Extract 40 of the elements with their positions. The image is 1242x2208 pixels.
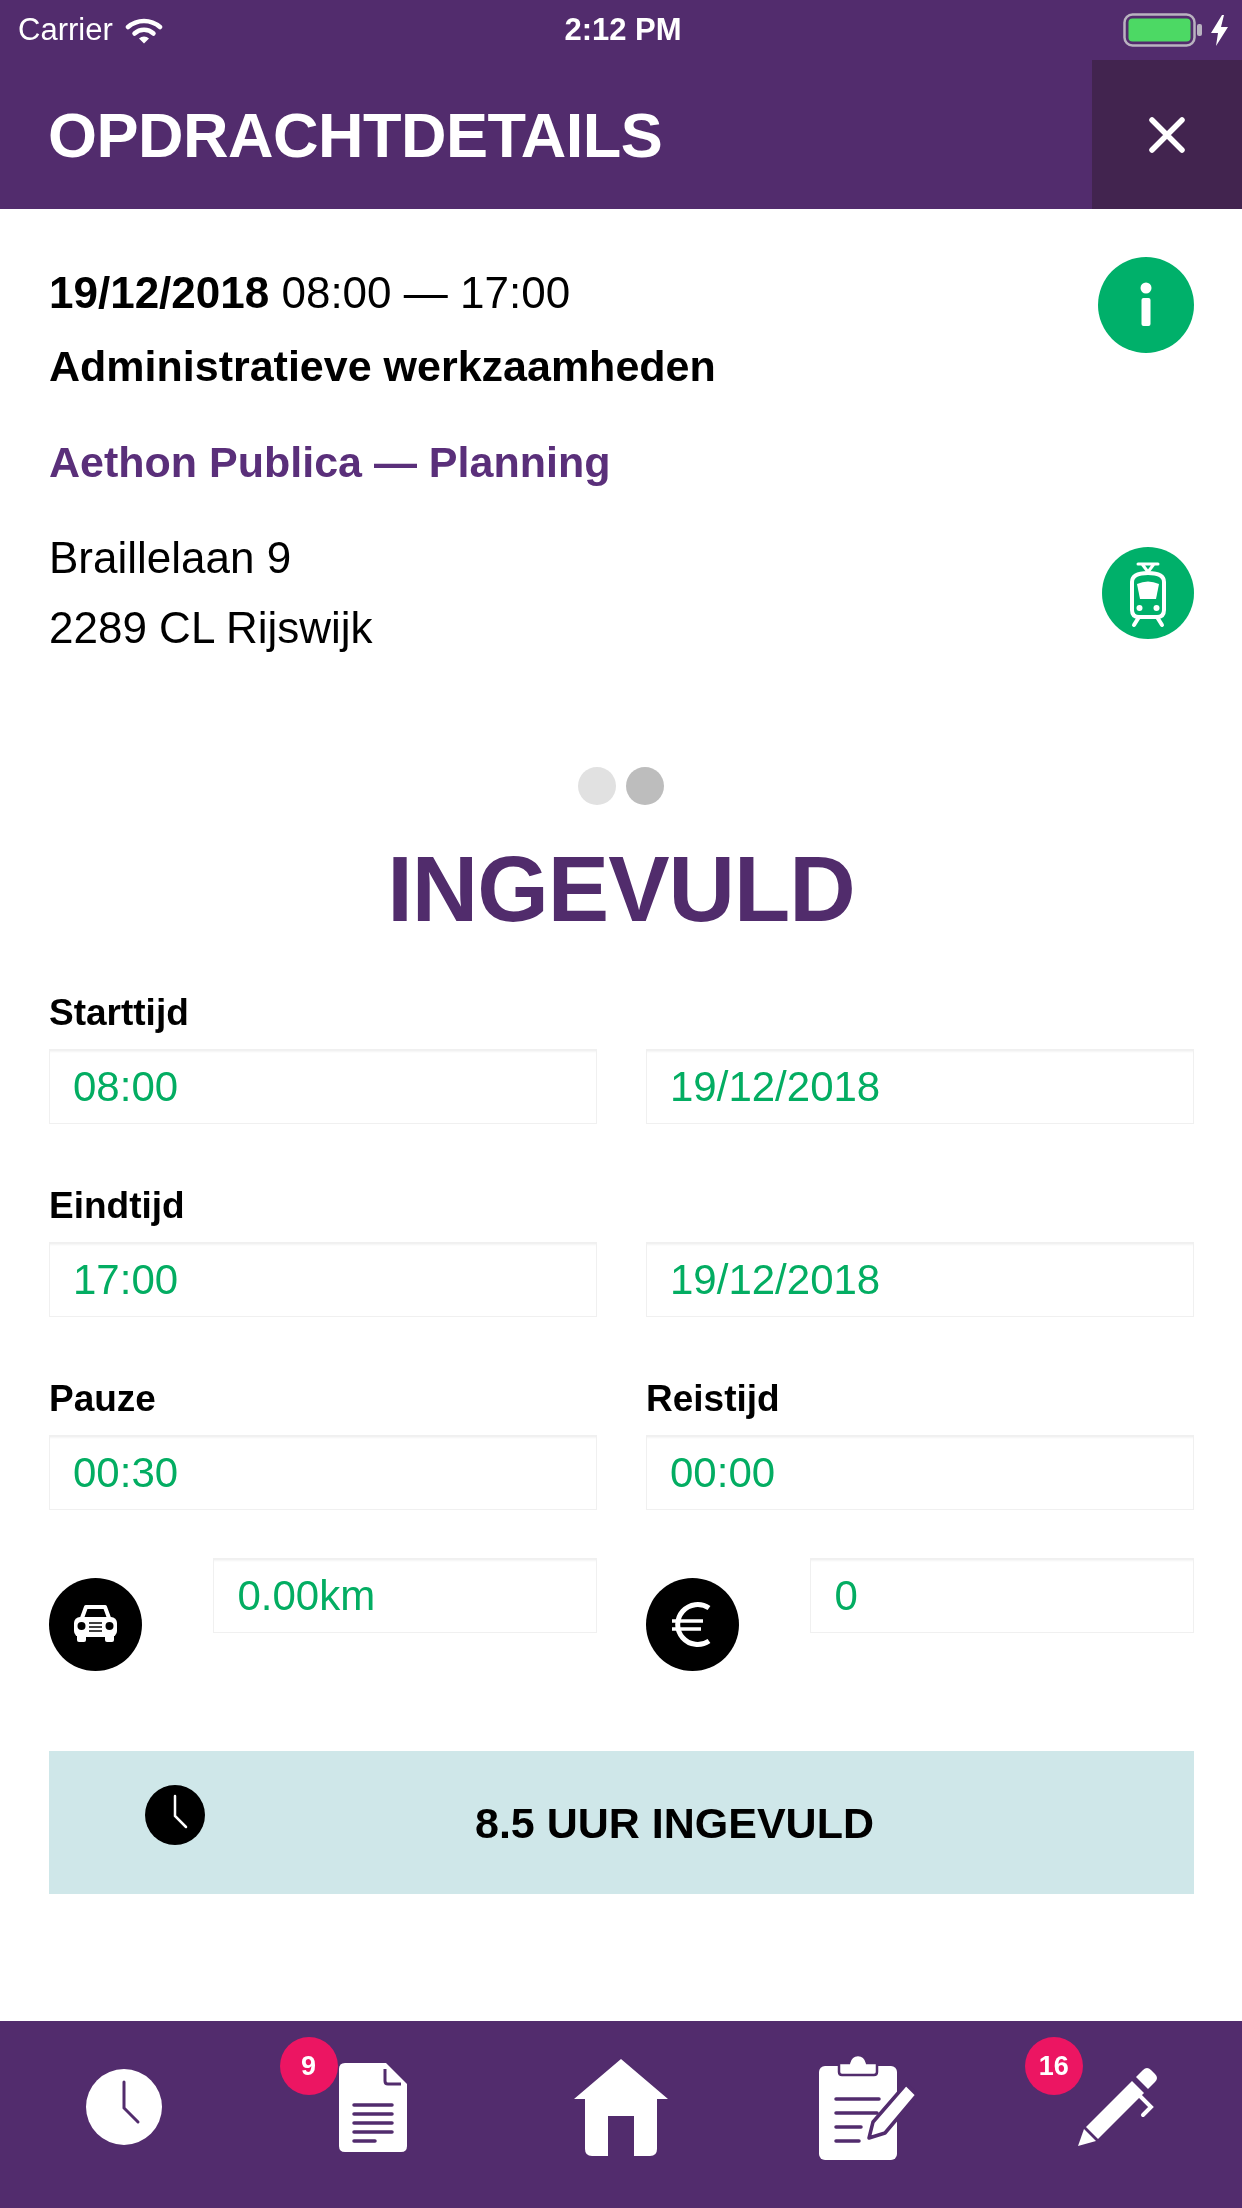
field-label: Eindtijd — [49, 1184, 186, 1228]
input-field[interactable]: 0 — [810, 1558, 1194, 1633]
info-icon[interactable] — [1098, 257, 1194, 353]
status-heading: INGEVULD — [387, 837, 855, 942]
carrier-name: Carrier — [18, 12, 113, 48]
task-title: Administratieve werkzaamheden — [49, 341, 716, 392]
input-field[interactable]: 00:00 — [646, 1435, 1194, 1510]
address-line: 2289 CL Rijswijk — [49, 602, 373, 654]
document-icon[interactable] — [338, 2062, 407, 2152]
input-field[interactable]: 08:00 — [49, 1049, 597, 1124]
tram-icon[interactable] — [1102, 547, 1194, 639]
summary-text: 8.5 UUR INGEVULD — [474, 1797, 875, 1849]
notification-badge: 16 — [1024, 2037, 1083, 2095]
euro-icon — [646, 1578, 739, 1671]
clock-icon — [145, 1784, 205, 1845]
page-title: OPDRACHTDETAILS — [48, 98, 663, 172]
input-field[interactable]: 19/12/2018 — [646, 1242, 1194, 1317]
close-icon[interactable] — [1148, 115, 1186, 154]
input-field[interactable]: 0.00km — [213, 1558, 597, 1633]
status-time: 2:12 PM — [564, 12, 682, 48]
car-icon — [49, 1578, 142, 1671]
date-time-text: 19/12/2018 08:00 — 17:00 — [49, 267, 572, 319]
charging-icon — [1211, 14, 1228, 46]
client-name: Aethon Publica — Planning — [49, 437, 612, 488]
field-label: Pauze — [49, 1377, 157, 1421]
battery-icon — [1123, 13, 1203, 47]
clock-icon[interactable] — [86, 2069, 163, 2145]
home-icon[interactable] — [574, 2058, 668, 2156]
close-button[interactable] — [1092, 60, 1242, 209]
tab-button[interactable]: 16 — [993, 2021, 1242, 2193]
pen-icon[interactable] — [1076, 2067, 1159, 2147]
notification-badge: 9 — [279, 2037, 338, 2095]
input-field[interactable]: 19/12/2018 — [646, 1049, 1194, 1124]
address-line: Braillelaan 9 — [49, 532, 293, 584]
field-label: Reistijd — [646, 1377, 781, 1421]
input-field[interactable]: 17:00 — [49, 1242, 597, 1317]
tab-button[interactable]: 9 — [248, 2021, 497, 2193]
input-field[interactable]: 00:30 — [49, 1435, 597, 1510]
wifi-icon — [124, 16, 163, 44]
field-label: Starttijd — [49, 991, 190, 1035]
